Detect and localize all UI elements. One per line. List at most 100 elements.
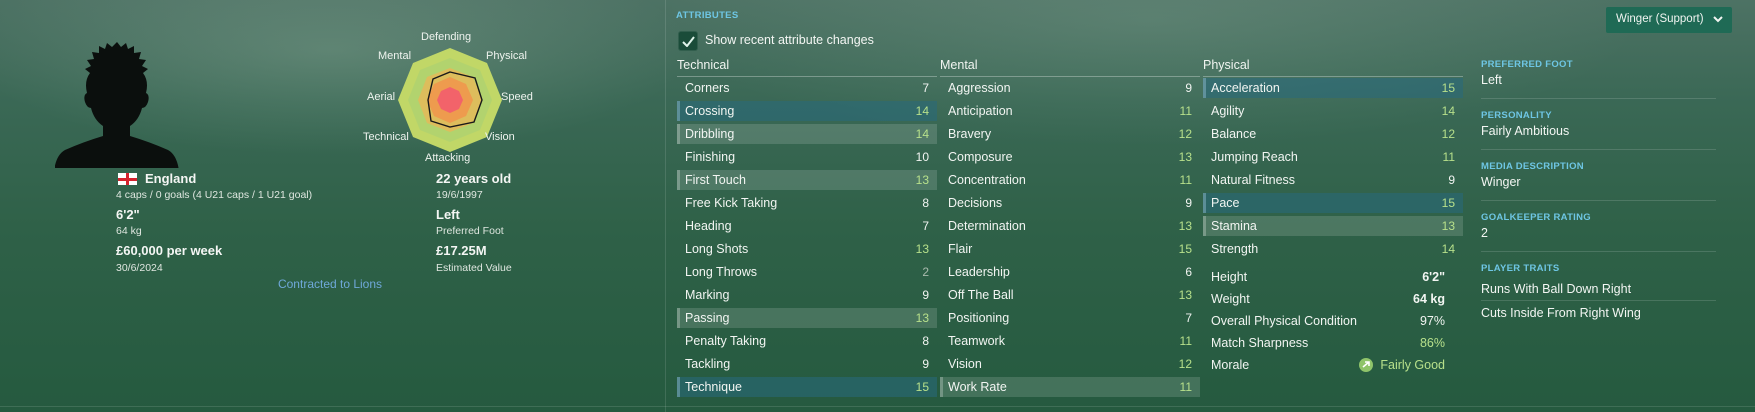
- physical-attribute-value: 14: [1441, 242, 1455, 256]
- technical-attribute-row[interactable]: Free Kick Taking 8: [677, 193, 937, 213]
- mental-attribute-value: 13: [1178, 288, 1192, 302]
- technical-attribute-row[interactable]: Marking 9: [677, 285, 937, 305]
- physical-stat-value: 86%: [1419, 336, 1445, 350]
- mental-attribute-row[interactable]: Anticipation 11: [940, 101, 1200, 121]
- mental-attribute-row[interactable]: Aggression 9: [940, 78, 1200, 98]
- goalkeeper-rating-heading: GOALKEEPER RATING: [1481, 212, 1591, 223]
- personality-heading: PERSONALITY: [1481, 110, 1552, 121]
- technical-attribute-name: Technique: [685, 380, 742, 394]
- radar-label-vision: Vision: [485, 131, 515, 143]
- technical-attribute-row[interactable]: Corners 7: [677, 78, 937, 98]
- technical-attribute-row[interactable]: First Touch 13: [677, 170, 937, 190]
- physical-stat-value: 64 kg: [1413, 292, 1445, 306]
- mental-attribute-value: 7: [1185, 311, 1192, 325]
- technical-attribute-value: 10: [915, 150, 929, 164]
- bottom-divider: [0, 406, 1755, 407]
- physical-stat-value: 6'2": [1422, 270, 1445, 284]
- physical-attribute-row[interactable]: Agility 14: [1203, 101, 1463, 121]
- mental-attribute-row[interactable]: Off The Ball 13: [940, 285, 1200, 305]
- mental-attribute-row[interactable]: Flair 15: [940, 239, 1200, 259]
- mental-attribute-row[interactable]: Vision 12: [940, 354, 1200, 374]
- technical-attribute-row[interactable]: Penalty Taking 8: [677, 331, 937, 351]
- physical-attribute-row[interactable]: Strength 14: [1203, 239, 1463, 259]
- mental-attribute-row[interactable]: Composure 13: [940, 147, 1200, 167]
- mental-attribute-row[interactable]: Leadership 6: [940, 262, 1200, 282]
- radar-label-technical: Technical: [363, 131, 409, 143]
- estimated-value: £17.25M: [436, 243, 487, 258]
- mental-attribute-name: Leadership: [948, 265, 1010, 279]
- mental-attribute-name: Anticipation: [948, 104, 1013, 118]
- physical-attribute-row[interactable]: Balance 12: [1203, 124, 1463, 144]
- technical-attribute-name: Tackling: [685, 357, 731, 371]
- attributes-title: ATTRIBUTES: [676, 10, 739, 21]
- mental-column-title: Mental: [940, 58, 978, 72]
- radar-label-mental: Mental: [378, 50, 412, 62]
- technical-attribute-row[interactable]: Heading 7: [677, 216, 937, 236]
- mental-attribute-name: Work Rate: [948, 380, 1007, 394]
- technical-attribute-row[interactable]: Tackling 9: [677, 354, 937, 374]
- sidebar-separator: [1481, 251, 1716, 252]
- physical-attribute-name: Pace: [1211, 196, 1240, 210]
- physical-attribute-row[interactable]: Acceleration 15: [1203, 78, 1463, 98]
- contracted-club-link[interactable]: Contracted to Lions: [210, 277, 450, 291]
- technical-attribute-row[interactable]: Long Shots 13: [677, 239, 937, 259]
- media-description-heading: MEDIA DESCRIPTION: [1481, 161, 1584, 172]
- technical-attribute-value: 15: [915, 380, 929, 394]
- mental-attribute-value: 15: [1178, 242, 1192, 256]
- mental-attribute-row[interactable]: Decisions 9: [940, 193, 1200, 213]
- technical-attribute-value: 13: [915, 311, 929, 325]
- technical-attribute-row[interactable]: Long Throws 2: [677, 262, 937, 282]
- physical-stat-name: Match Sharpness: [1211, 336, 1309, 350]
- technical-attribute-row[interactable]: Technique 15: [677, 377, 937, 397]
- role-dropdown[interactable]: Winger (Support): [1606, 7, 1732, 33]
- technical-attribute-row[interactable]: Crossing 14: [677, 101, 937, 121]
- mental-attribute-value: 11: [1179, 334, 1192, 348]
- player-trait-item: Cuts Inside From Right Wing: [1481, 306, 1641, 320]
- technical-attribute-row[interactable]: Finishing 10: [677, 147, 937, 167]
- mental-attribute-value: 6: [1185, 265, 1192, 279]
- mental-attribute-row[interactable]: Work Rate 11: [940, 377, 1200, 397]
- show-changes-checkbox[interactable]: [678, 31, 698, 51]
- mental-attribute-name: Flair: [948, 242, 973, 256]
- physical-attribute-row[interactable]: Stamina 13: [1203, 216, 1463, 236]
- media-description-value: Winger: [1481, 175, 1521, 189]
- radar-label-physical: Physical: [486, 50, 527, 62]
- physical-attribute-name: Natural Fitness: [1211, 173, 1296, 187]
- mental-attribute-value: 13: [1178, 219, 1192, 233]
- show-changes-label: Show recent attribute changes: [705, 33, 874, 47]
- physical-attribute-name: Stamina: [1211, 219, 1257, 233]
- physical-attribute-row[interactable]: Pace 15: [1203, 193, 1463, 213]
- mental-attribute-row[interactable]: Positioning 7: [940, 308, 1200, 328]
- mental-attribute-row[interactable]: Teamwork 11: [940, 331, 1200, 351]
- mental-attribute-row[interactable]: Bravery 12: [940, 124, 1200, 144]
- technical-attribute-row[interactable]: Passing 13: [677, 308, 937, 328]
- physical-stat-row: Weight 64 kg: [1203, 289, 1453, 309]
- morale-trend-icon: [1359, 358, 1373, 372]
- physical-attribute-row[interactable]: Natural Fitness 9: [1203, 170, 1463, 190]
- physical-stat-value: Fairly Good: [1380, 358, 1445, 372]
- technical-attribute-value: 9: [922, 288, 929, 302]
- mental-attribute-name: Concentration: [948, 173, 1026, 187]
- physical-attribute-name: Acceleration: [1211, 81, 1280, 95]
- technical-attribute-row[interactable]: Dribbling 14: [677, 124, 937, 144]
- preferred-foot-heading: PREFERRED FOOT: [1481, 59, 1573, 70]
- sidebar-separator: [1481, 98, 1716, 99]
- physical-attribute-name: Strength: [1211, 242, 1259, 256]
- goalkeeper-rating-value: 2: [1481, 226, 1488, 240]
- mental-attribute-row[interactable]: Determination 13: [940, 216, 1200, 236]
- caps-goals: 4 caps / 0 goals (4 U21 caps / 1 U21 goa…: [116, 189, 313, 201]
- player-traits-heading: PLAYER TRAITS: [1481, 263, 1560, 274]
- mental-attribute-row[interactable]: Concentration 11: [940, 170, 1200, 190]
- mental-attribute-name: Teamwork: [948, 334, 1005, 348]
- technical-attribute-name: Crossing: [685, 104, 735, 118]
- technical-attribute-value: 8: [922, 196, 929, 210]
- mental-attribute-name: Positioning: [948, 311, 1010, 325]
- physical-stat-name: Height: [1211, 270, 1248, 284]
- mental-attribute-name: Decisions: [948, 196, 1003, 210]
- technical-attribute-name: Marking: [685, 288, 730, 302]
- physical-stat-value: 97%: [1419, 314, 1445, 328]
- date-of-birth: 19/6/1997: [436, 189, 483, 201]
- physical-attribute-row[interactable]: Jumping Reach 11: [1203, 147, 1463, 167]
- england-flag-icon: [118, 173, 137, 185]
- physical-stat-name: Overall Physical Condition: [1211, 314, 1357, 328]
